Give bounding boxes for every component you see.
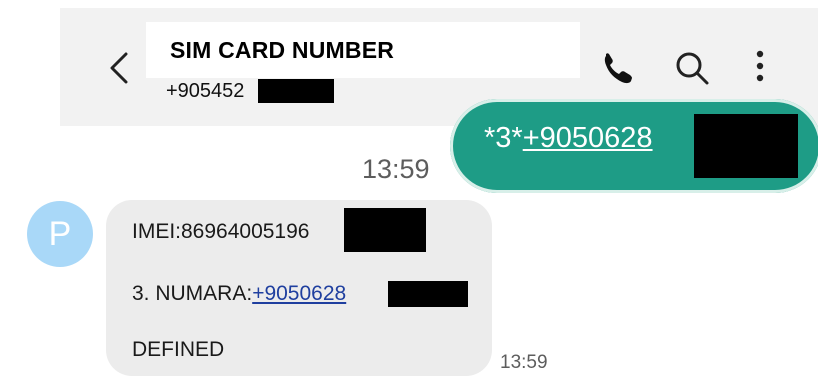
sent-timestamp: 13:59 [362,154,430,184]
redaction-bar [388,281,468,307]
more-vertical-icon[interactable] [752,46,768,86]
redaction-bar [344,208,426,252]
sent-number-link[interactable]: +9050628 [523,122,653,154]
imei-line: IMEI:86964005196 [132,220,310,243]
contact-number: +905452 [166,80,245,102]
title-annotation: SIM CARD NUMBER [146,22,580,78]
received-timestamp: 13:59 [500,352,548,373]
numara-line: 3. NUMARA:+9050628 [132,282,347,305]
avatar[interactable]: P [27,201,93,267]
sent-message-text: *3*+9050628 [484,122,653,154]
page-title: SIM CARD NUMBER [170,36,395,63]
search-icon[interactable] [672,48,712,88]
back-icon[interactable] [104,48,134,88]
received-number-link[interactable]: +9050628 [252,282,346,305]
status-line: DEFINED [132,338,225,361]
phone-icon[interactable] [600,48,636,88]
redaction-bar [258,79,334,103]
redaction-bar [694,114,798,178]
